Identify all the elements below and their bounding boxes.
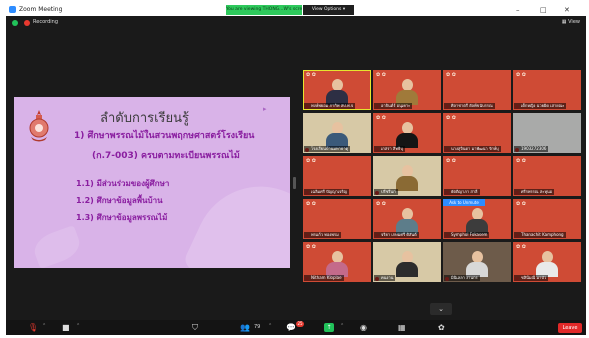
ask-to-unmute-button[interactable]: Ask to Unmute — [443, 199, 485, 206]
participant-name: เฉลิมศรี ปัญญาเจริญ — [304, 189, 350, 195]
participant-tile[interactable]: ✿ ✿ ศรีรพรรณ สะหุนอ — [513, 156, 581, 196]
title-bar: Zoom Meeting You are viewing THONG...W's… — [6, 5, 586, 16]
recording-dot-icon — [24, 20, 30, 26]
share-screen-button[interactable]: ↑ — [324, 323, 334, 332]
participant-tile[interactable]: โรงเรียนบ้านมหาธาตุ — [303, 113, 371, 153]
participant-name: Thanachit Kamphong — [514, 232, 566, 238]
security-shield-icon[interactable] — [12, 20, 18, 26]
close-button[interactable]: ✕ — [564, 5, 570, 16]
participant-tile[interactable]: ✿ ✿ Thanachit Kamphong — [513, 199, 581, 239]
participant-video — [396, 165, 418, 191]
participant-name: ชลินีมณี มาบัว — [514, 275, 549, 281]
slide-line-2: (ก.7-003) ครบตามทะเบียนพรรณไม้ — [92, 151, 240, 161]
zoom-logo-icon — [9, 6, 16, 13]
participant-name: จริยา เกษมศรี ดิสันต์ — [374, 232, 419, 238]
window-title: Zoom Meeting — [19, 6, 63, 13]
zoom-window: Zoom Meeting You are viewing THONG...W's… — [6, 5, 586, 335]
participant-tile[interactable]: ✿ ✿ นางสุจินดา มาพัฒนา รักษ์บุ — [443, 113, 511, 153]
participant-name: ศรีรพรรณ สะหุนอ — [514, 189, 555, 195]
slide-item: 1.3) ศึกษาข้อมูลพรรณไม้ — [76, 213, 168, 222]
participant-name: มินิเลลา งานกร — [444, 275, 480, 281]
mic-muted-button-icon[interactable]: 🎙 — [28, 322, 38, 333]
record-icon[interactable]: ◉ — [360, 322, 367, 333]
decorative-leaf — [181, 164, 290, 268]
view-button[interactable]: ▦ View — [562, 19, 580, 25]
participant-tile[interactable]: ✿ ✿ ชลินีมณี มาบัว — [513, 242, 581, 282]
participant-video — [396, 122, 418, 148]
participant-name: ศิลาชาตรี ยัลพ์ขนับรรณ — [444, 103, 495, 109]
participant-name: โรงเรียนบ้านมหาธาตุ — [304, 146, 351, 152]
chat-unread-badge: 25 — [296, 321, 304, 327]
participant-name: พงษ์พยอม ภากิพ สป.พ.จ — [304, 103, 356, 109]
participant-video — [326, 79, 348, 105]
slide-item: 1.1) มีส่วนร่วมของผู้ศึกษา — [76, 179, 170, 188]
video-camera-icon[interactable]: ■ — [62, 322, 70, 333]
maximize-button[interactable]: □ — [540, 5, 547, 16]
recording-label: Recording — [33, 19, 59, 25]
minimize-button[interactable]: – — [516, 5, 520, 16]
slide-title: ลำดับการเรียนรู้ — [100, 111, 190, 126]
participant-tile[interactable]: Ask to Unmute Symphol Fokasem — [443, 199, 511, 239]
participant-name: เด็กหญิง ฉวยผิด เล่ายณะ — [514, 103, 567, 109]
security-icon[interactable]: ⛉ — [192, 322, 198, 333]
shared-screen-slide: ลำดับการเรียนรู้ ▸ 1) ศึกษาพรรณไม้ในสวนพ… — [14, 97, 290, 268]
resize-handle[interactable] — [293, 177, 296, 189]
participant-tile[interactable]: ✿ ✿ เฉลิมศรี ปัญญาเจริญ — [303, 156, 371, 196]
participant-name: ยัตติญาภา สาลี — [444, 189, 480, 195]
participant-name: คนงาน — [374, 275, 396, 281]
participant-tile[interactable]: ✿ ✿ พรแก้ว ทองพรม — [303, 199, 371, 239]
school-crest-icon — [29, 110, 49, 142]
participant-video — [536, 251, 558, 277]
chat-icon[interactable]: 💬 — [286, 322, 296, 333]
participant-video — [466, 251, 488, 277]
slide-arrow-icon: ▸ — [263, 105, 267, 113]
participant-tile[interactable]: ✿ ✿ พงษ์พยอม ภากิพ สป.พ.จ — [303, 70, 371, 110]
share-options-caret-icon[interactable]: ⌃ — [340, 323, 344, 329]
participant-video — [326, 251, 348, 277]
participants-count: 79 — [254, 324, 261, 330]
meeting-controls-bar: 🎙 ⌃ ■ ⌃ ⛉ 👥 79 ⌃ 💬 25 ↑ ⌃ ◉ ▦ ✿ Leave — [6, 320, 586, 335]
view-label: View — [568, 19, 580, 25]
participants-caret-icon[interactable]: ⌃ — [268, 323, 272, 329]
chevron-down-icon[interactable]: ⌄ — [430, 303, 452, 315]
view-options-label: View Options — [311, 7, 342, 12]
slide-item: 1.2) ศึกษาข้อมูลพื้นบ้าน — [76, 196, 163, 205]
reactions-grid-icon[interactable]: ▦ — [398, 322, 406, 333]
participant-tile[interactable]: ✿ ✿ เด็กหญิง ฉวยผิด เล่ายณะ — [513, 70, 581, 110]
participant-name: 1903272306 — [514, 146, 549, 152]
participant-video — [326, 122, 348, 148]
apps-icon[interactable]: ✿ — [438, 322, 445, 333]
leave-button[interactable]: Leave — [558, 323, 582, 333]
participant-video — [396, 208, 418, 234]
participant-video — [466, 208, 488, 234]
participants-icon[interactable]: 👥 — [240, 322, 250, 333]
decorative-leaf-small — [30, 225, 84, 268]
participant-tile[interactable]: ✿ ✿ Nitham Kloplae — [303, 242, 371, 282]
participant-name: Symphol Fokasem — [444, 232, 490, 238]
participant-name: ปรีชรีนก — [374, 189, 398, 195]
view-options-button[interactable]: View Options ▾ — [303, 5, 354, 15]
participant-name: เกสรา สิทธิบุ — [374, 146, 405, 152]
slide-line-1: 1) ศึกษาพรรณไม้ในสวนพฤกษศาสตร์โรงเรียน — [74, 131, 255, 141]
meeting-topbar: Recording ▦ View — [6, 16, 586, 30]
participant-name: พรแก้ว ทองพรม — [304, 232, 341, 238]
participant-tile[interactable]: ✿ ✿ อาจินต์ร์ อนุเคาะ — [373, 70, 441, 110]
participant-name: นางสุจินดา มาพัฒนา รักษ์บุ — [444, 146, 501, 152]
video-options-caret-icon[interactable]: ⌃ — [76, 323, 80, 329]
participant-video — [396, 251, 418, 277]
participant-tile[interactable]: ✿ ✿ เกสรา สิทธิบุ — [373, 113, 441, 153]
participant-video — [396, 79, 418, 105]
participant-tile[interactable]: ✿ ✿ ยัตติญาภา สาลี — [443, 156, 511, 196]
participant-tile[interactable]: ✿ ✿ จริยา เกษมศรี ดิสันต์ — [373, 199, 441, 239]
audio-options-caret-icon[interactable]: ⌃ — [42, 323, 46, 329]
participant-name: Nitham Kloplae — [304, 275, 344, 281]
participant-tile[interactable]: คนงาน — [373, 242, 441, 282]
participant-name: อาจินต์ร์ อนุเคาะ — [374, 103, 413, 109]
participant-tile[interactable]: ✿ ✿ ศิลาชาตรี ยัลพ์ขนับรรณ — [443, 70, 511, 110]
participant-tile[interactable]: 1903272306 — [513, 113, 581, 153]
app-title: Zoom Meeting — [9, 6, 62, 13]
screen-share-banner: You are viewing THONG...W's screen — [226, 5, 302, 15]
participant-tile[interactable]: ปรีชรีนก — [373, 156, 441, 196]
participant-tile[interactable]: มินิเลลา งานกร — [443, 242, 511, 282]
